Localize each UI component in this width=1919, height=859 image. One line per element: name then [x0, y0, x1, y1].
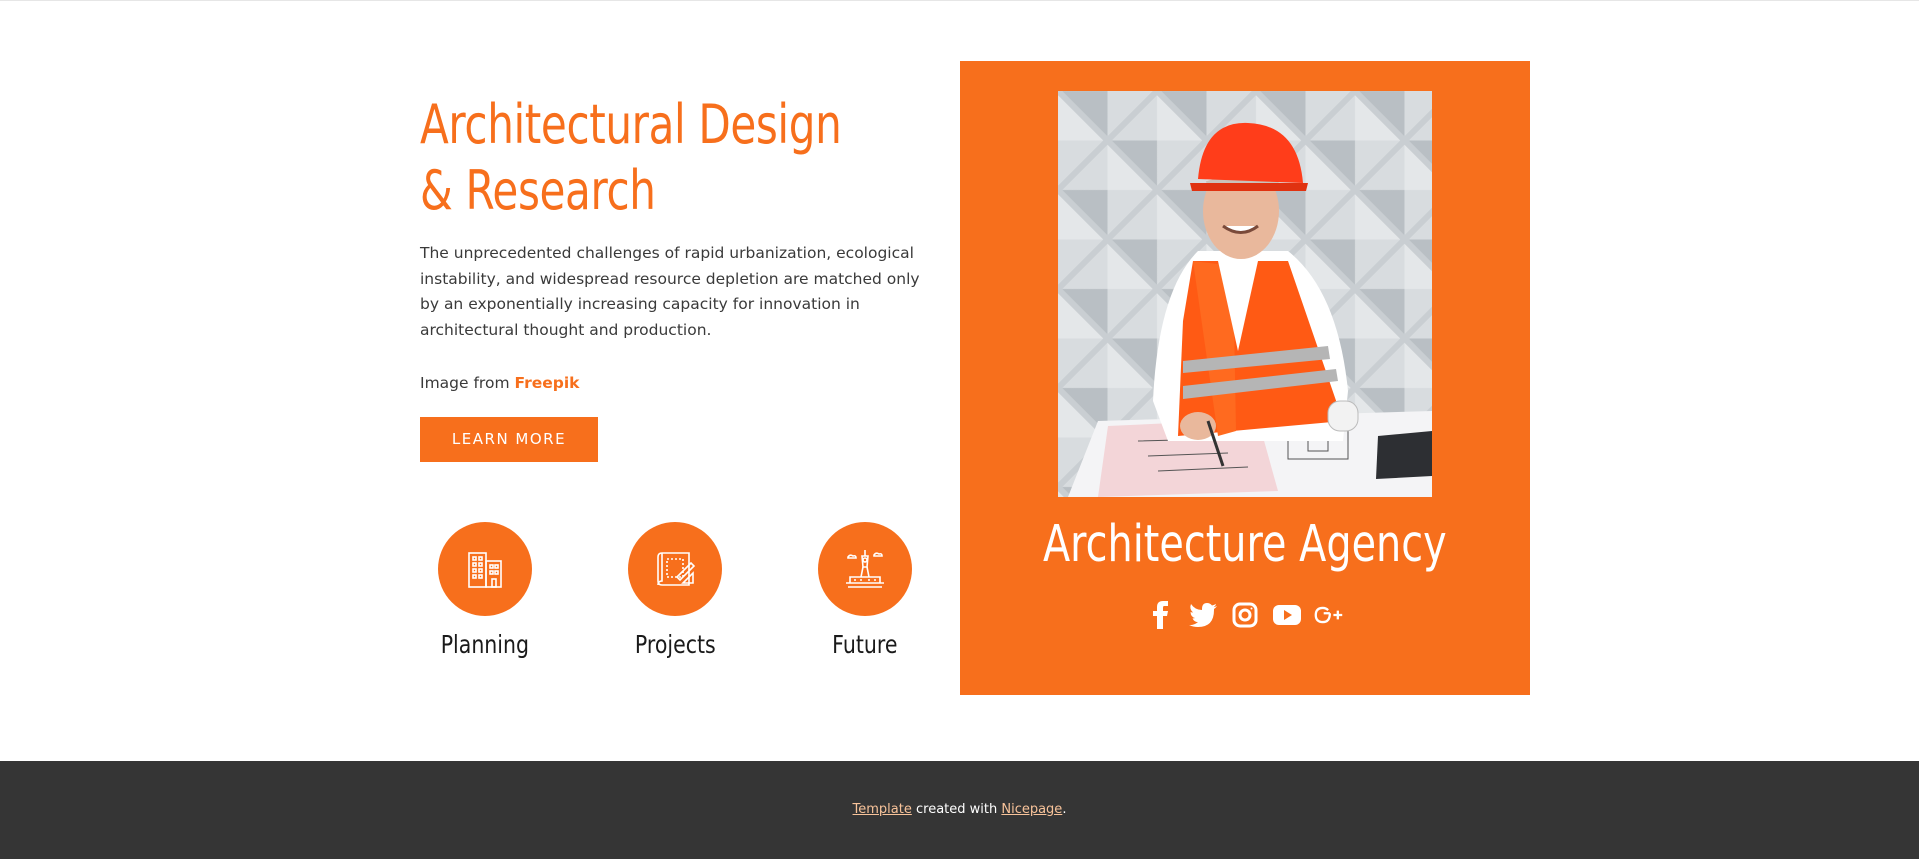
youtube-icon[interactable]	[1272, 600, 1302, 630]
page-title-line-2: & Research	[420, 159, 656, 222]
facebook-icon[interactable]	[1146, 600, 1176, 630]
city-tower-icon	[846, 550, 884, 588]
feature-projects[interactable]: Projects	[600, 522, 750, 659]
feature-planning[interactable]: Planning	[410, 522, 560, 659]
engineer-photo	[1058, 91, 1432, 497]
footer-end: .	[1062, 802, 1067, 817]
blueprint-icon	[657, 552, 696, 586]
site-footer: Template created with Nicepage.	[0, 761, 1919, 859]
page-title: Architectural Design & Research	[420, 92, 842, 224]
feature-planning-label: Planning	[440, 630, 530, 659]
footer-text: created with	[911, 802, 1002, 817]
feature-future-label: Future	[832, 630, 898, 659]
image-credit-prefix: Image from	[420, 374, 515, 392]
instagram-icon[interactable]	[1230, 600, 1260, 630]
image-credit: Image from Freepik	[420, 371, 579, 395]
nicepage-link[interactable]: Nicepage	[1001, 802, 1062, 817]
feature-projects-circle	[628, 522, 722, 616]
feature-future[interactable]: Future	[790, 522, 940, 659]
agency-title-text: Architecture Agency	[1043, 515, 1447, 574]
hero-description: The unprecedented challenges of rapid ur…	[420, 244, 920, 339]
social-links	[960, 600, 1530, 630]
building-icon	[468, 552, 502, 588]
template-link[interactable]: Template	[853, 802, 912, 817]
feature-planning-circle	[438, 522, 532, 616]
engineer-illustration	[1058, 91, 1432, 497]
learn-more-button[interactable]: LEARN MORE	[420, 417, 598, 462]
google-plus-icon[interactable]	[1314, 600, 1344, 630]
feature-projects-label: Projects	[634, 630, 716, 659]
agency-title: Architecture Agency	[960, 513, 1530, 577]
twitter-icon[interactable]	[1188, 600, 1218, 630]
freepik-link[interactable]: Freepik	[514, 374, 579, 392]
feature-future-circle	[818, 522, 912, 616]
page-title-line-1: Architectural Design	[420, 93, 842, 156]
agency-panel: Architecture Agency	[960, 61, 1530, 695]
top-divider	[0, 0, 1919, 1]
